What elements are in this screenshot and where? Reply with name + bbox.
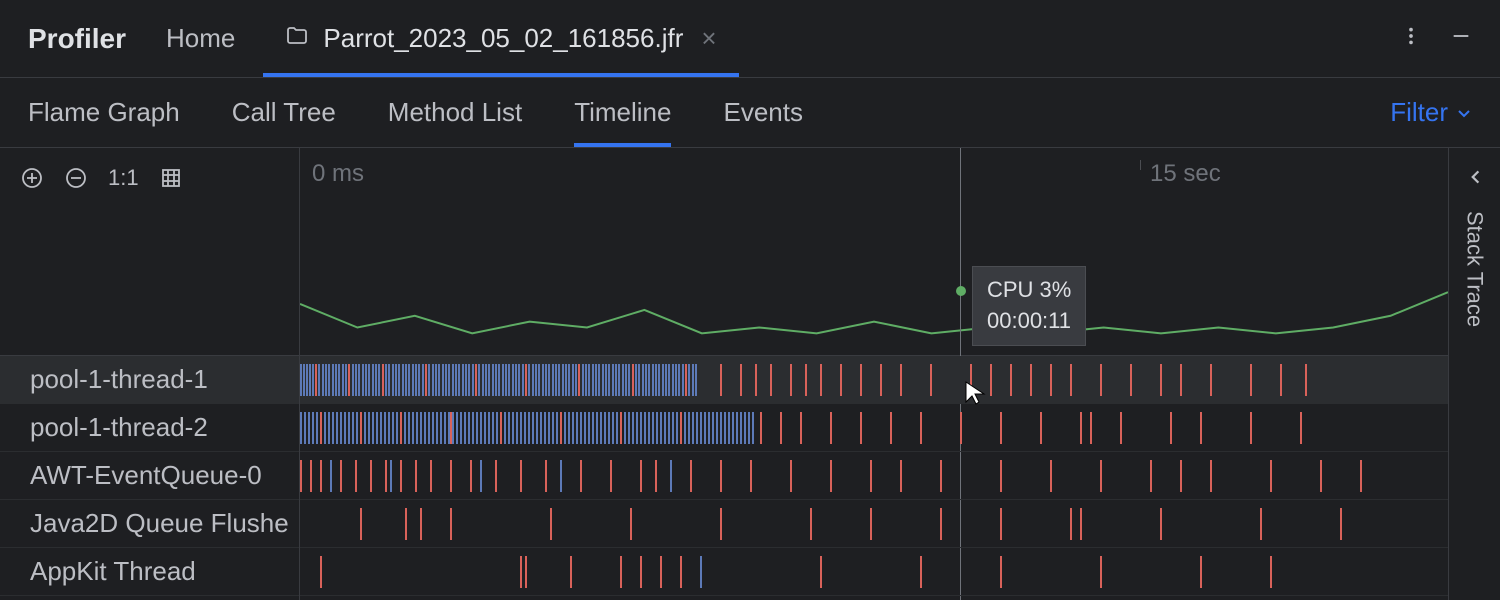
tab-events[interactable]: Events <box>723 78 803 147</box>
thread-tracks <box>300 356 1448 596</box>
cpu-chart[interactable] <box>300 208 1448 356</box>
stack-trace-label: Stack Trace <box>1462 211 1488 327</box>
time-axis-mark: 15 sec <box>1150 160 1221 188</box>
thread-row-label[interactable]: AppKit Thread <box>0 548 299 596</box>
profiler-title: Profiler <box>28 23 126 55</box>
thread-track[interactable] <box>300 548 1448 596</box>
fit-selection-icon[interactable] <box>159 166 183 190</box>
stack-trace-sidebar[interactable]: Stack Trace <box>1448 148 1500 600</box>
tooltip-cpu-value: CPU 3% <box>987 275 1071 306</box>
thread-list-column: 1:1 pool-1-thread-1 pool-1-thread-2 AWT-… <box>0 148 300 600</box>
thread-track[interactable] <box>300 356 1448 404</box>
file-tab[interactable]: Parrot_2023_05_02_161856.jfr × <box>263 0 738 77</box>
zoom-reset-button[interactable]: 1:1 <box>108 165 139 191</box>
folder-icon <box>285 24 323 53</box>
close-icon[interactable]: × <box>701 23 716 54</box>
thread-track[interactable] <box>300 404 1448 452</box>
file-tab-name: Parrot_2023_05_02_161856.jfr <box>323 23 683 54</box>
filter-dropdown[interactable]: Filter <box>1390 97 1472 128</box>
thread-track[interactable] <box>300 452 1448 500</box>
zoom-toolbar: 1:1 <box>0 148 299 208</box>
timeline-body: 1:1 pool-1-thread-1 pool-1-thread-2 AWT-… <box>0 148 1500 600</box>
thread-row-label[interactable]: Java2D Queue Flushe <box>0 500 299 548</box>
thread-row-label[interactable]: AWT-EventQueue-0 <box>0 452 299 500</box>
thread-row-label[interactable]: pool-1-thread-1 <box>0 356 299 404</box>
playhead-dot <box>956 286 966 296</box>
zoom-out-icon[interactable] <box>64 166 88 190</box>
tab-timeline[interactable]: Timeline <box>574 78 671 147</box>
tooltip-time-value: 00:00:11 <box>987 306 1071 337</box>
filter-label: Filter <box>1390 97 1448 128</box>
minimize-icon[interactable] <box>1450 25 1472 52</box>
time-axis: 0 ms 15 sec <box>300 160 1448 190</box>
tab-flame-graph[interactable]: Flame Graph <box>28 78 180 147</box>
chevron-left-icon <box>1466 168 1484 211</box>
time-axis-start: 0 ms <box>312 160 364 188</box>
view-tabs: Flame Graph Call Tree Method List Timeli… <box>0 78 1500 148</box>
tab-call-tree[interactable]: Call Tree <box>232 78 336 147</box>
more-options-icon[interactable] <box>1400 25 1422 52</box>
profiler-header: Profiler Home Parrot_2023_05_02_161856.j… <box>0 0 1500 78</box>
zoom-in-icon[interactable] <box>20 166 44 190</box>
cpu-tooltip: CPU 3% 00:00:11 <box>972 266 1086 346</box>
tab-method-list[interactable]: Method List <box>388 78 522 147</box>
thread-row-label[interactable]: pool-1-thread-2 <box>0 404 299 452</box>
home-tab[interactable]: Home <box>166 23 235 54</box>
chevron-down-icon <box>1456 97 1472 128</box>
thread-track[interactable] <box>300 500 1448 548</box>
timeline-canvas[interactable]: 0 ms 15 sec CPU 3% 00:00:11 <box>300 148 1448 600</box>
